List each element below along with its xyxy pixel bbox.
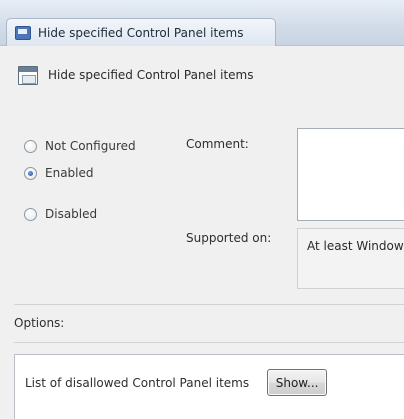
show-button[interactable]: Show... [267, 369, 328, 396]
radio-not-configured[interactable]: Not Configured [24, 137, 136, 155]
radio-circle-enabled[interactable] [24, 166, 37, 180]
setting-title: Hide specified Control Panel items [48, 68, 254, 82]
setting-header: Hide specified Control Panel items [18, 64, 253, 86]
comment-label: Comment: [186, 137, 249, 151]
radio-circle-disabled[interactable] [24, 207, 37, 221]
radio-circle-not-configured[interactable] [24, 139, 37, 153]
window-title-tab[interactable]: Hide specified Control Panel items [6, 18, 276, 46]
comment-textarea[interactable] [297, 128, 404, 221]
option-row: List of disallowed Control Panel items S… [25, 369, 328, 396]
policy-setting-icon [18, 65, 38, 85]
supported-on-field: At least Windows [297, 228, 404, 289]
radio-enabled[interactable]: Enabled [24, 164, 94, 182]
radio-disabled[interactable]: Disabled [24, 205, 97, 223]
radio-label-enabled: Enabled [45, 166, 94, 180]
divider [14, 342, 404, 343]
radio-label-not-configured: Not Configured [45, 139, 136, 153]
window-title: Hide specified Control Panel items [38, 25, 244, 40]
supported-on-label: Supported on: [186, 231, 272, 245]
divider [14, 304, 404, 305]
supported-on-value: At least Windows [307, 239, 404, 253]
options-panel: List of disallowed Control Panel items S… [14, 354, 404, 419]
option-label-disallowed-items: List of disallowed Control Panel items [25, 375, 250, 390]
options-label: Options: [14, 316, 65, 330]
radio-label-disabled: Disabled [45, 207, 98, 221]
title-bar: Hide specified Control Panel items [0, 0, 404, 46]
policy-window-icon [15, 25, 31, 40]
